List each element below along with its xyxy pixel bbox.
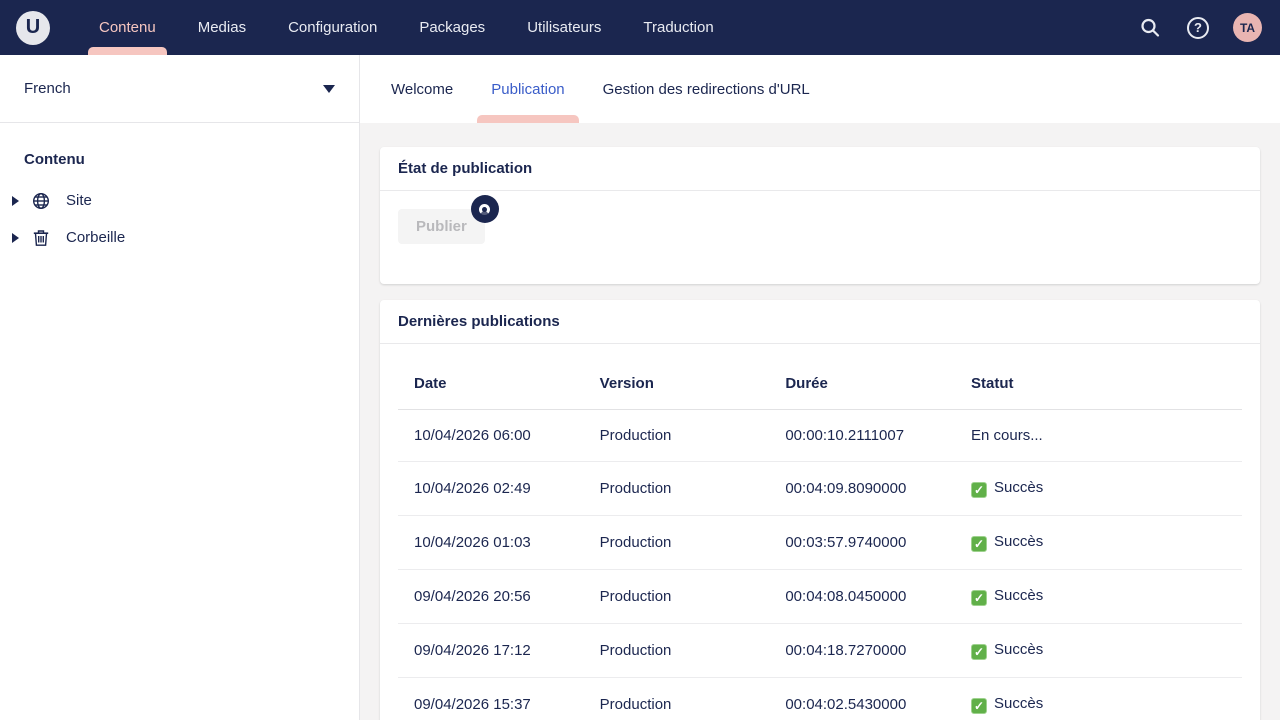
publish-status-card-title: État de publication [380,147,1260,191]
content-tree: Site Corbeille [0,182,359,256]
cell-date: 09/04/2026 17:12 [398,624,584,678]
main-area: WelcomePublicationGestion des redirectio… [360,55,1280,720]
latest-publications-card-title: Dernières publications [380,300,1260,344]
sidebar-item-corbeille[interactable]: Corbeille [0,219,359,256]
cell-version: Production [584,410,770,462]
cell-version: Production [584,570,770,624]
cell-duration: 00:04:18.7270000 [769,624,955,678]
column-header-date: Date [398,358,584,410]
column-header-dure: Durée [769,358,955,410]
cell-status: En cours... [955,410,1242,462]
caret-right-icon[interactable] [7,233,23,243]
cell-date: 10/04/2026 06:00 [398,410,584,462]
table-row[interactable]: 09/04/2026 15:37Production00:04:02.54300… [398,678,1242,720]
cell-duration: 00:00:10.2111007 [769,410,955,462]
cell-version: Production [584,462,770,516]
tab-gestion-des-redirections-d-url[interactable]: Gestion des redirections d'URL [584,55,829,123]
latest-publications-card: Dernières publications DateVersionDuréeS… [380,300,1260,720]
status-text: Succès [994,533,1043,550]
chevron-down-icon [323,85,335,93]
cell-version: Production [584,678,770,720]
tab-publication[interactable]: Publication [472,55,583,123]
cell-date: 10/04/2026 01:03 [398,516,584,570]
sidebar-section-title: Contenu [0,143,359,182]
cell-date: 09/04/2026 15:37 [398,678,584,720]
nav-item-configuration[interactable]: Configuration [267,0,398,55]
publish-status-card: État de publication Publier [380,147,1260,284]
cell-duration: 00:04:08.0450000 [769,570,955,624]
status-text: En cours... [971,427,1043,444]
main-nav: ContenuMediasConfigurationPackagesUtilis… [78,0,1137,55]
tab-bar: WelcomePublicationGestion des redirectio… [360,55,1280,123]
cell-status: ✓ Succès [955,624,1242,678]
globe-icon [31,192,51,210]
content-area: État de publication Publier Dernières pu… [360,123,1280,720]
nav-item-traduction[interactable]: Traduction [622,0,734,55]
status-text: Succès [994,641,1043,658]
nav-item-packages[interactable]: Packages [398,0,506,55]
cell-duration: 00:04:09.8090000 [769,462,955,516]
table-row[interactable]: 09/04/2026 17:12Production00:04:18.72700… [398,624,1242,678]
success-check-icon: ✓ [971,590,987,606]
cell-duration: 00:04:02.5430000 [769,678,955,720]
cell-version: Production [584,624,770,678]
table-header-row: DateVersionDuréeStatut [398,358,1242,410]
language-selector[interactable]: French [0,55,359,123]
nav-item-contenu[interactable]: Contenu [78,0,177,55]
publications-table-body: 10/04/2026 06:00Production00:00:10.21110… [398,410,1242,720]
sidebar: French Contenu Site Corbeille [0,55,360,720]
umbraco-logo-icon[interactable]: U [16,11,50,45]
cell-status: ✓ Succès [955,516,1242,570]
search-icon[interactable] [1137,15,1163,41]
sidebar-item-label: Corbeille [66,229,125,246]
status-text: Succès [994,587,1043,604]
success-check-icon: ✓ [971,698,987,714]
publications-table: DateVersionDuréeStatut 10/04/2026 06:00P… [398,358,1242,720]
user-avatar[interactable]: TA [1233,13,1262,42]
status-text: Succès [994,695,1043,712]
sidebar-item-site[interactable]: Site [0,182,359,219]
cell-status: ✓ Succès [955,462,1242,516]
table-row[interactable]: 10/04/2026 06:00Production00:00:10.21110… [398,410,1242,462]
status-text: Succès [994,479,1043,496]
tab-welcome[interactable]: Welcome [372,55,472,123]
nav-item-medias[interactable]: Medias [177,0,267,55]
cell-status: ✓ Succès [955,678,1242,720]
navbar-right: ? TA [1137,13,1262,42]
language-selector-value: French [24,80,71,97]
nav-item-utilisateurs[interactable]: Utilisateurs [506,0,622,55]
loading-spinner-icon [471,195,499,223]
trash-icon [31,229,51,247]
cell-date: 10/04/2026 02:49 [398,462,584,516]
sidebar-item-label: Site [66,192,92,209]
caret-right-icon[interactable] [7,196,23,206]
success-check-icon: ✓ [971,644,987,660]
help-icon[interactable]: ? [1185,15,1211,41]
cell-date: 09/04/2026 20:56 [398,570,584,624]
column-header-statut: Statut [955,358,1242,410]
table-row[interactable]: 10/04/2026 01:03Production00:03:57.97400… [398,516,1242,570]
table-row[interactable]: 10/04/2026 02:49Production00:04:09.80900… [398,462,1242,516]
cell-status: ✓ Succès [955,570,1242,624]
column-header-version: Version [584,358,770,410]
cell-duration: 00:03:57.9740000 [769,516,955,570]
cell-version: Production [584,516,770,570]
success-check-icon: ✓ [971,536,987,552]
success-check-icon: ✓ [971,482,987,498]
top-navbar: U ContenuMediasConfigurationPackagesUtil… [0,0,1280,55]
table-row[interactable]: 09/04/2026 20:56Production00:04:08.04500… [398,570,1242,624]
